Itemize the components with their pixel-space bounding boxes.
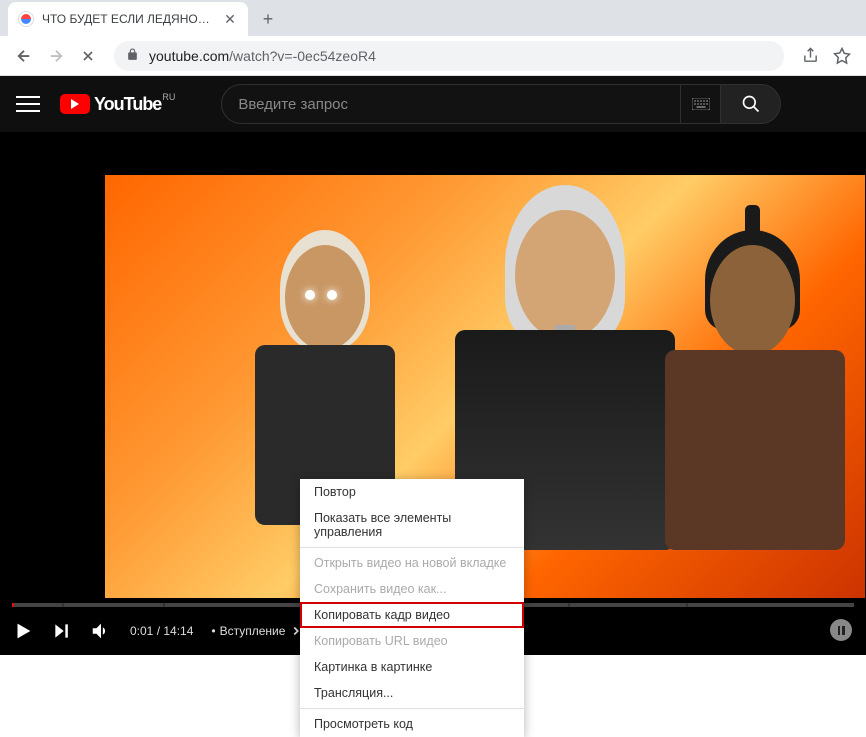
menu-item-open-new-tab: Открыть видео на новой вкладке (300, 550, 524, 576)
close-tab-icon[interactable]: ✕ (222, 11, 238, 27)
tab-bar: ЧТО БУДЕТ ЕСЛИ ЛЕДЯНОЙ Ш ✕ + (0, 0, 866, 36)
browser-toolbar: youtube.com/watch?v=-0ec54zeoR4 (0, 36, 866, 76)
next-button[interactable] (52, 621, 72, 641)
pause-indicator-icon (830, 619, 852, 641)
menu-item-save-as: Сохранить видео как... (300, 576, 524, 602)
menu-item-copy-frame[interactable]: Копировать кадр видео (300, 602, 524, 628)
youtube-logo[interactable]: YouTube RU (60, 94, 161, 115)
youtube-header: YouTube RU Введите запрос (0, 76, 866, 132)
menu-item-inspect[interactable]: Просмотреть код (300, 711, 524, 737)
search-input[interactable]: Введите запрос (221, 84, 681, 124)
url-text: youtube.com/watch?v=-0ec54zeoR4 (149, 48, 772, 64)
share-icon[interactable] (796, 42, 824, 70)
menu-item-loop[interactable]: Повтор (300, 479, 524, 505)
time-display: 0:01 / 14:14 (130, 624, 193, 638)
lock-icon (126, 48, 139, 64)
menu-item-cast[interactable]: Трансляция... (300, 680, 524, 706)
search-button[interactable] (721, 84, 781, 124)
forward-button[interactable] (42, 42, 70, 70)
chapter-indicator[interactable]: • Вступление (211, 624, 303, 638)
video-area: Повтор Показать все элементы управления … (0, 132, 866, 655)
play-button[interactable] (12, 620, 34, 642)
new-tab-button[interactable]: + (254, 5, 282, 33)
menu-item-copy-url: Копировать URL видео (300, 628, 524, 654)
address-bar[interactable]: youtube.com/watch?v=-0ec54zeoR4 (114, 41, 784, 71)
hamburger-menu-icon[interactable] (16, 92, 40, 116)
volume-button[interactable] (90, 620, 112, 642)
context-menu: Повтор Показать все элементы управления … (300, 479, 524, 737)
menu-item-show-controls[interactable]: Показать все элементы управления (300, 505, 524, 545)
logo-text: YouTube (94, 94, 161, 115)
tab-favicon (18, 11, 34, 27)
stop-button[interactable] (74, 42, 102, 70)
browser-tab[interactable]: ЧТО БУДЕТ ЕСЛИ ЛЕДЯНОЙ Ш ✕ (8, 2, 248, 36)
tab-title: ЧТО БУДЕТ ЕСЛИ ЛЕДЯНОЙ Ш (42, 12, 214, 26)
menu-item-pip[interactable]: Картинка в картинке (300, 654, 524, 680)
menu-divider (300, 547, 524, 548)
keyboard-icon[interactable] (681, 84, 721, 124)
menu-divider (300, 708, 524, 709)
back-button[interactable] (10, 42, 38, 70)
bookmark-icon[interactable] (828, 42, 856, 70)
logo-region: RU (162, 92, 175, 102)
